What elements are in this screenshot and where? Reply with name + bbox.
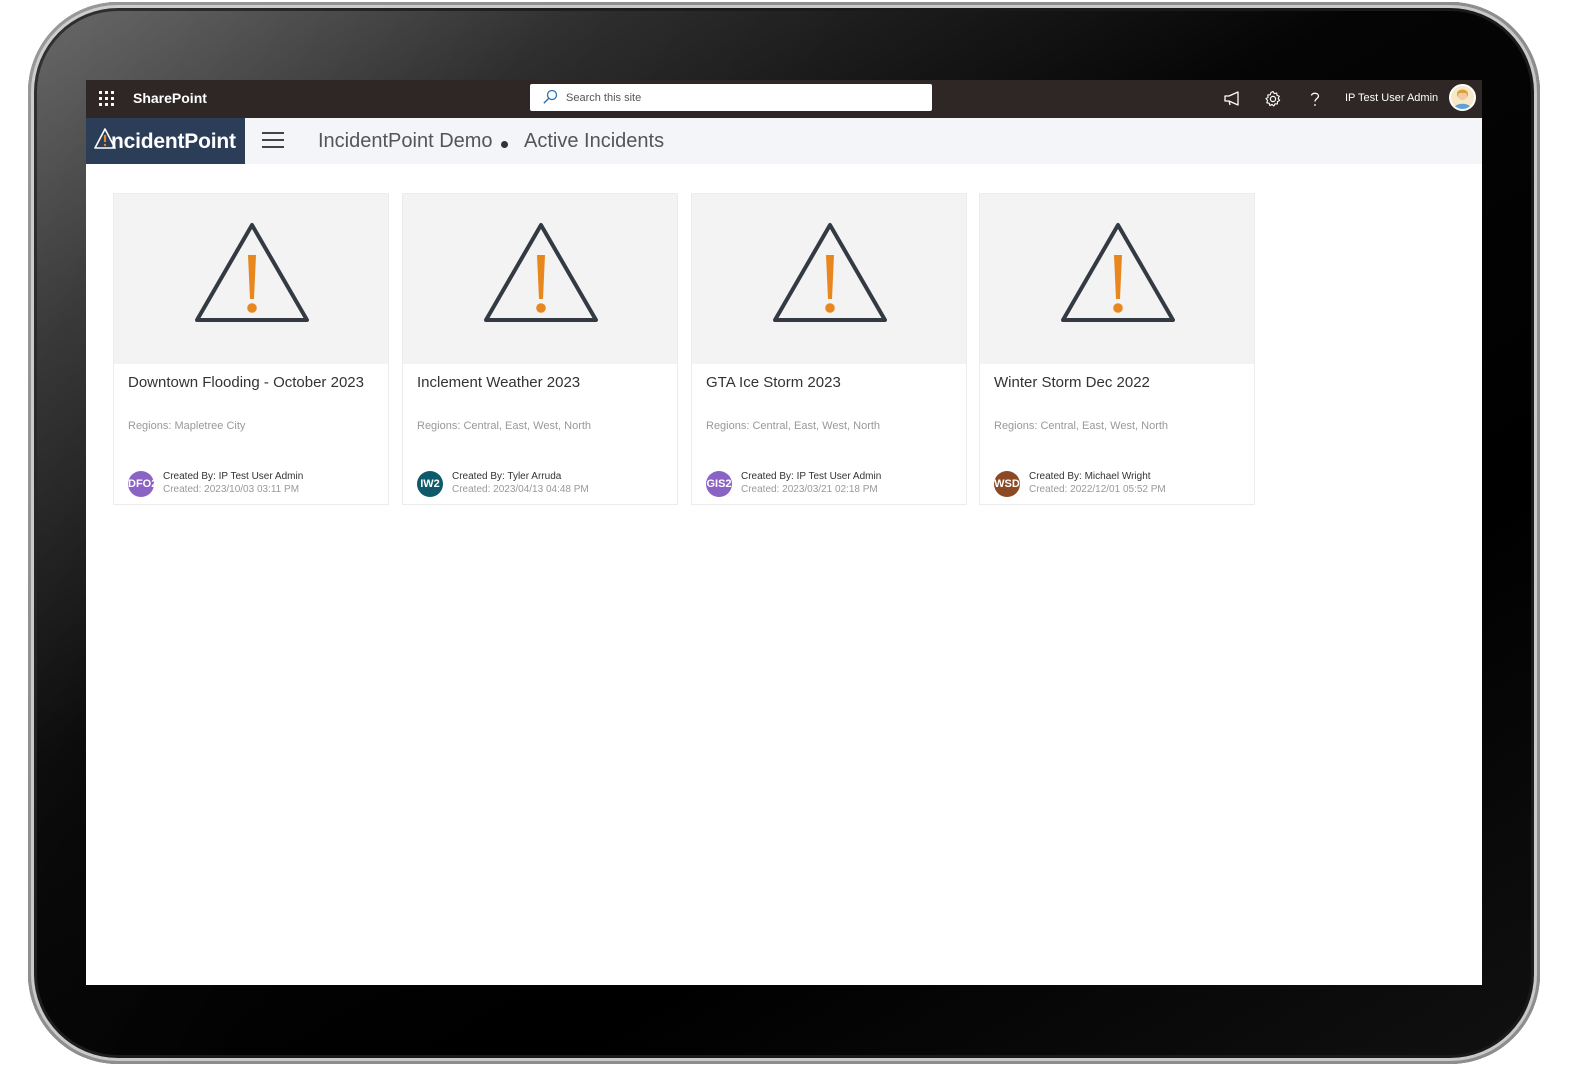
- card-created-date: Created: 2022/12/01 05:52 PM: [1029, 484, 1166, 495]
- warning-triangle-icon: [1061, 223, 1175, 322]
- incident-card[interactable]: Downtown Flooding - October 2023 Regions…: [113, 193, 389, 505]
- card-created-by: Created By: IP Test User Admin: [163, 471, 304, 482]
- help-question-icon[interactable]: [1304, 88, 1326, 110]
- site-header: ncidentPoint IncidentPoint Demo Active I…: [86, 118, 1482, 164]
- card-regions: Regions: Mapletree City: [128, 420, 246, 432]
- card-regions: Regions: Central, East, West, North: [994, 420, 1169, 432]
- incident-card[interactable]: Inclement Weather 2023 Regions: Central,…: [402, 193, 678, 505]
- warning-triangle-icon: [773, 223, 887, 322]
- app-launcher-icon[interactable]: [98, 90, 114, 106]
- card-regions: Regions: Central, East, West, North: [417, 420, 592, 432]
- search-input[interactable]: [566, 84, 916, 111]
- card-created-by: Created By: IP Test User Admin: [741, 471, 882, 482]
- card-regions: Regions: Central, East, West, North: [706, 420, 881, 432]
- card-thumbnail: [403, 194, 677, 364]
- search-box[interactable]: [530, 84, 932, 111]
- settings-gear-icon[interactable]: [1262, 88, 1284, 110]
- card-title: Downtown Flooding - October 2023: [128, 374, 364, 391]
- user-avatar[interactable]: [1449, 84, 1476, 111]
- warning-triangle-icon: [484, 223, 598, 322]
- megaphone-icon[interactable]: [1222, 88, 1244, 110]
- breadcrumb-site[interactable]: IncidentPoint Demo: [318, 130, 493, 153]
- card-title: GTA Ice Storm 2023: [706, 374, 841, 391]
- incident-card[interactable]: GTA Ice Storm 2023 Regions: Central, Eas…: [691, 193, 967, 505]
- card-thumbnail: [692, 194, 966, 364]
- search-icon: [542, 89, 558, 110]
- suite-bar: SharePoint Search this site IP Test User…: [86, 80, 1482, 118]
- user-name[interactable]: IP Test User Admin: [1345, 92, 1438, 104]
- browser-screen: SharePoint Search this site IP Test User…: [86, 80, 1482, 985]
- breadcrumb-separator: [501, 141, 508, 148]
- incidentpoint-logo[interactable]: ncidentPoint: [86, 118, 245, 164]
- menu-hamburger-icon[interactable]: [262, 132, 284, 150]
- card-title: Inclement Weather 2023: [417, 374, 581, 391]
- creator-initials-badge: IW2: [417, 471, 443, 497]
- warning-triangle-icon: [195, 223, 309, 322]
- card-created-date: Created: 2023/03/21 02:18 PM: [741, 484, 878, 495]
- sharepoint-title[interactable]: SharePoint: [133, 90, 207, 106]
- card-created-by: Created By: Tyler Arruda: [452, 471, 562, 482]
- card-title: Winter Storm Dec 2022: [994, 374, 1150, 391]
- creator-initials-badge: WSD: [994, 471, 1020, 497]
- card-thumbnail: [980, 194, 1254, 364]
- card-created-date: Created: 2023/10/03 03:11 PM: [163, 484, 300, 495]
- creator-initials-badge: DFO2: [128, 471, 154, 497]
- creator-initials-badge: GIS2: [706, 471, 732, 497]
- card-created-date: Created: 2023/04/13 04:48 PM: [452, 484, 589, 495]
- logo-text: ncidentPoint: [111, 130, 236, 153]
- breadcrumb-page[interactable]: Active Incidents: [524, 130, 664, 153]
- card-created-by: Created By: Michael Wright: [1029, 471, 1151, 482]
- card-thumbnail: [114, 194, 388, 364]
- incident-card[interactable]: Winter Storm Dec 2022 Regions: Central, …: [979, 193, 1255, 505]
